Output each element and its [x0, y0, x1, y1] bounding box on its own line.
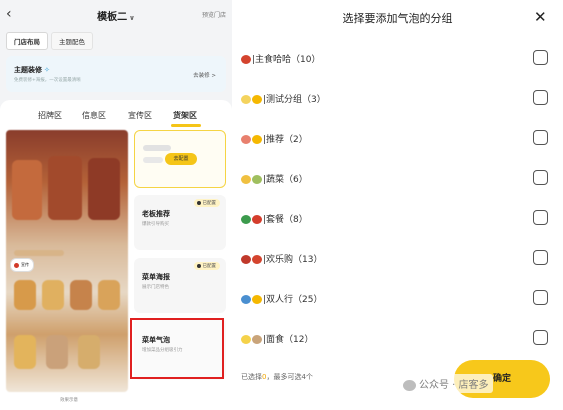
configured-badge-text: 已配置 [202, 264, 217, 269]
group-checkbox[interactable] [533, 90, 548, 105]
group-row[interactable]: |双人行（25） [241, 288, 556, 310]
group-label: |套餐（8） [241, 212, 308, 225]
shelf-card-desc: 展示门店特色 [142, 285, 169, 290]
tab-signboard[interactable]: 招牌区 [38, 110, 62, 121]
shelf-card-featured[interactable]: 去配置 [134, 130, 226, 188]
emoji-icon [252, 95, 262, 104]
group-row[interactable]: |套餐（8） [241, 208, 556, 230]
close-icon[interactable]: ✕ [534, 8, 547, 26]
poster-caption: 效果示意 [60, 398, 78, 403]
group-label-text: |双人行（25） [263, 295, 323, 305]
group-label-text: |套餐（8） [263, 215, 308, 225]
selection-prefix: 已选择 [241, 373, 262, 381]
group-label-text: |蔬菜（6） [263, 175, 308, 185]
emoji-icon [241, 335, 251, 344]
group-checkbox[interactable] [533, 50, 548, 65]
highlight-box [130, 318, 224, 379]
emoji-icon [252, 295, 262, 304]
poster-badge-text: 宣传 [21, 262, 29, 267]
chevron-left-icon[interactable]: ‹ [6, 6, 12, 22]
configure-button[interactable]: 去配置 [165, 153, 197, 165]
group-label-text: |欢乐购（13） [263, 255, 323, 265]
group-label: |测试分组（3） [241, 92, 326, 105]
group-select-dialog: 选择要添加气泡的分组 ✕ |主食哈哈（10） |测试分组（3） |推荐（2） |蔬菜（… [232, 0, 563, 410]
shelf-card-boss-recommend[interactable]: 已配置 老板推荐 爆款引导购买 [134, 195, 226, 250]
emoji-icon [241, 215, 251, 224]
group-label: |双人行（25） [241, 292, 323, 305]
red-dot-icon [14, 262, 19, 268]
shelf-card-menu-poster[interactable]: 已配置 菜单海报 展示门店特色 [134, 258, 226, 313]
emoji-icon [241, 135, 251, 144]
group-label-text: |主食哈哈（10） [252, 55, 321, 65]
emoji-icon [241, 175, 251, 184]
tab-shelf[interactable]: 货架区 [173, 110, 197, 121]
group-label: |欢乐购（13） [241, 252, 323, 265]
group-checkbox[interactable] [533, 330, 548, 345]
group-label: |蔬菜（6） [241, 172, 308, 185]
theme-decor-banner[interactable]: 主题装修 ✧ 免费装修+海报，一次设置最清晰 去装修 > [6, 56, 226, 92]
poster-badge: 宣传 [10, 258, 34, 272]
configured-badge: 已配置 [193, 199, 220, 207]
selection-status: 已选择0，最多可选4个 [241, 372, 313, 382]
group-row[interactable]: |测试分组（3） [241, 88, 556, 110]
dialog-title: 选择要添加气泡的分组 [342, 12, 453, 25]
emoji-icon [252, 135, 262, 144]
watermark-text: 公众号 · 店客多 [419, 380, 489, 391]
segment-theme-color[interactable]: 主题配色 [51, 32, 93, 50]
emoji-icon [241, 295, 251, 304]
group-row[interactable]: |推荐（2） [241, 128, 556, 150]
emoji-icon [241, 95, 251, 104]
emoji-icon [252, 175, 262, 184]
shelf-card-name: 老板推荐 [142, 210, 170, 218]
template-title[interactable]: 模板二 ∨ [97, 8, 135, 23]
group-label: |主食哈哈（10） [241, 52, 321, 65]
group-label-text: |测试分组（3） [263, 95, 326, 105]
emoji-icon [252, 335, 262, 344]
selection-suffix: ，最多可选4个 [266, 373, 313, 381]
theme-banner-title: 主题装修 [14, 66, 42, 74]
group-row[interactable]: |欢乐购（13） [241, 248, 556, 270]
group-row[interactable]: |面食（12） [241, 328, 556, 350]
group-checkbox[interactable] [533, 290, 548, 305]
tab-info[interactable]: 信息区 [82, 110, 106, 121]
group-checkbox[interactable] [533, 130, 548, 145]
group-checkbox[interactable] [533, 170, 548, 185]
group-checkbox[interactable] [533, 210, 548, 225]
theme-banner-action[interactable]: 去装修 > [193, 71, 216, 79]
chevron-down-icon: ∨ [129, 13, 135, 22]
group-label: |面食（12） [241, 332, 314, 345]
emoji-icon [241, 255, 251, 264]
preview-store-link[interactable]: 预览门店 [202, 10, 226, 19]
shelf-card-desc: 爆款引导购买 [142, 222, 169, 227]
theme-banner-subtitle: 免费装修+海报，一次设置最清晰 [14, 78, 81, 83]
emoji-icon [252, 215, 262, 224]
watermark: 公众号 · 店客多 [399, 374, 493, 393]
blurred-text [143, 145, 171, 151]
mobile-preview-panel: ‹ 模板二 ∨ 预览门店 门店布局 主题配色 主题装修 ✧ 免费装修+海报，一次设置… [0, 0, 232, 410]
wechat-icon [403, 379, 416, 391]
layout-tabs: 招牌区 信息区 宣传区 货架区 [0, 110, 232, 124]
sparkle-icon: ✧ [44, 66, 50, 74]
tab-promo[interactable]: 宣传区 [128, 110, 152, 121]
top-bar: ‹ 模板二 ∨ 预览门店 [0, 0, 232, 30]
group-label-text: |面食（12） [263, 335, 314, 345]
active-tab-indicator [171, 124, 201, 127]
configured-badge-text: 已配置 [202, 201, 217, 206]
blurred-text [143, 157, 163, 163]
group-row[interactable]: |蔬菜（6） [241, 168, 556, 190]
group-row[interactable]: |主食哈哈（10） [241, 48, 556, 70]
group-checkbox[interactable] [533, 250, 548, 265]
configured-badge: 已配置 [193, 262, 220, 270]
template-title-text: 模板二 [97, 11, 128, 23]
emoji-icon [241, 55, 251, 64]
segment-control: 门店布局 主题配色 [6, 32, 93, 50]
shelf-card-name: 菜单海报 [142, 273, 170, 281]
emoji-icon [252, 255, 262, 264]
segment-store-layout[interactable]: 门店布局 [6, 32, 48, 50]
group-label-text: |推荐（2） [263, 135, 308, 145]
group-label: |推荐（2） [241, 132, 308, 145]
